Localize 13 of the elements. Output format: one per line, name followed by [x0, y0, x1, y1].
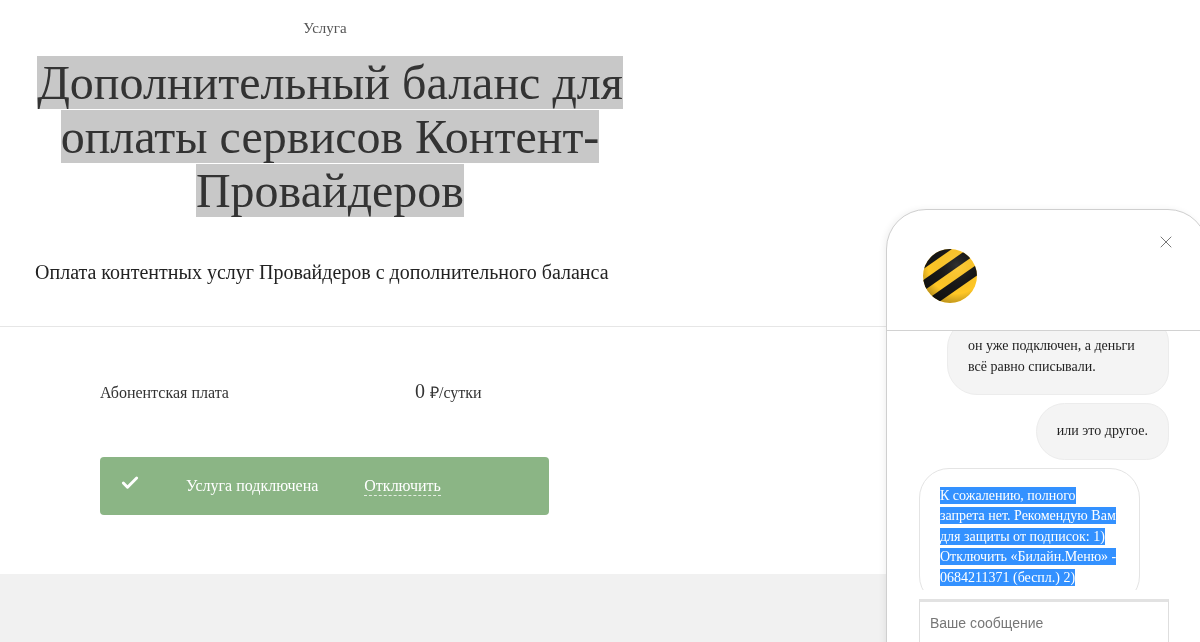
page-title: Дополнительный баланс для оплаты сервисов Контент-Провайдеров	[36, 56, 624, 218]
fee-label: Абонентская плата	[100, 384, 229, 402]
message-text: К сожалению, полного запрета нет. Рекомендую Вам для защиты от подписок: 1) Отключить «Билайн.Меню» - 0684211371 (беспл.) 2)	[940, 485, 1118, 588]
message-text: или это другое.	[1056, 422, 1148, 440]
message-text: он уже подключен, а деньги всё равно списывали.	[968, 337, 1136, 376]
striped-ball-logo	[922, 248, 978, 304]
status-label: Услуга подключена	[186, 477, 319, 495]
page-eyebrow: Услуга	[303, 19, 347, 38]
message-input[interactable]: Ваше сообщение	[919, 599, 1169, 642]
fee-value: 0	[415, 380, 425, 403]
disable-link[interactable]: Отключить	[364, 476, 441, 496]
service-description: Оплата контентных услуг Провайдеров с дополнительного баланса	[35, 260, 609, 284]
fee-unit: ₽/сутки	[430, 383, 482, 403]
